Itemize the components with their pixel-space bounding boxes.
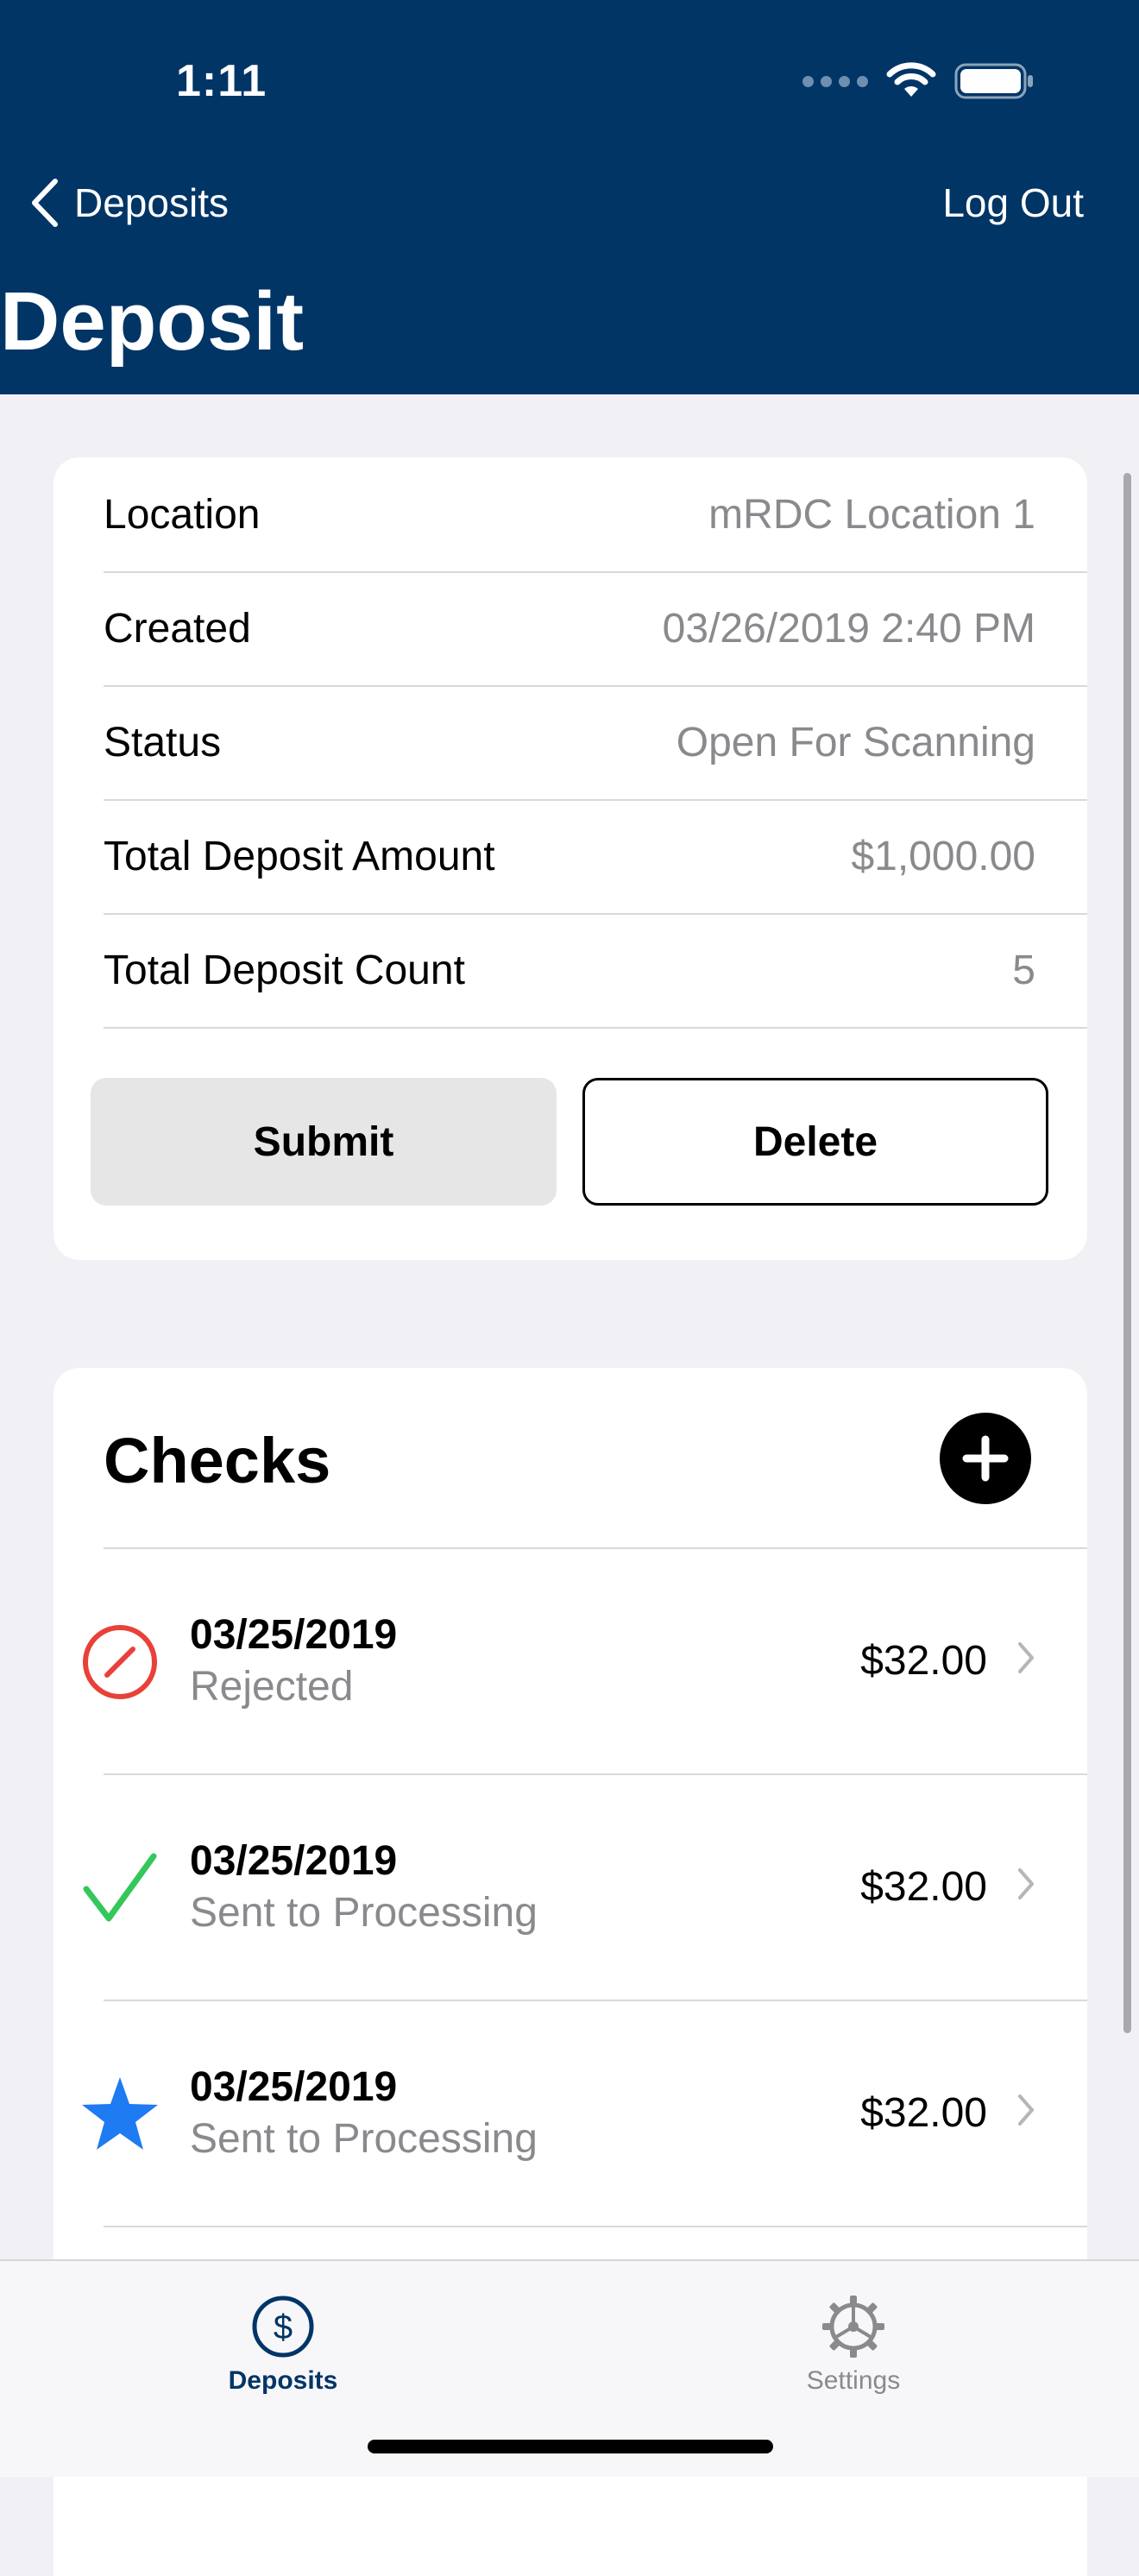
detail-row-location: Location mRDC Location 1: [104, 457, 1087, 573]
star-icon: [82, 2077, 158, 2150]
scrollbar[interactable]: [1123, 473, 1131, 2033]
checks-title: Checks: [104, 1425, 331, 1496]
detail-value: 03/26/2019 2:40 PM: [662, 605, 1035, 652]
nav-header: 1:11 Deposits Log Out Deposit: [0, 0, 1139, 394]
gear-icon: [822, 2296, 884, 2358]
check-date: 03/25/2019: [190, 1838, 398, 1884]
check-row[interactable]: 03/25/2019 Sent to Processing $32.00: [53, 1775, 1087, 2001]
check-date: 03/25/2019: [190, 2064, 398, 2110]
back-button[interactable]: Deposits: [29, 173, 229, 233]
chevron-right-icon: [1018, 2094, 1034, 2126]
dollar-circle-icon: $: [252, 2296, 314, 2358]
detail-value: 5: [1012, 947, 1035, 993]
chevron-right-icon: [1018, 1642, 1034, 1673]
checkmark-icon: [83, 1853, 157, 1922]
add-check-button[interactable]: [940, 1413, 1031, 1504]
row-divider: [104, 2226, 1087, 2227]
detail-row-total-count: Total Deposit Count 5: [104, 913, 1087, 1029]
detail-value: mRDC Location 1: [708, 491, 1035, 538]
check-row[interactable]: 03/25/2019 Sent to Processing $32.00: [53, 2001, 1087, 2227]
cellular-signal-icon: [802, 75, 868, 87]
check-status: Sent to Processing: [190, 1890, 538, 1936]
detail-label: Status: [104, 719, 222, 765]
status-time: 1:11: [176, 56, 267, 106]
delete-button[interactable]: Delete: [582, 1078, 1048, 1206]
tab-settings-label: Settings: [806, 2366, 901, 2395]
logout-button[interactable]: Log Out: [942, 173, 1084, 233]
rejected-icon: [83, 1625, 157, 1699]
tab-settings[interactable]: Settings: [724, 2278, 983, 2416]
tab-deposits-label: Deposits: [228, 2366, 338, 2395]
detail-value: Open For Scanning: [676, 719, 1035, 765]
status-icons: [802, 62, 1035, 100]
check-status: Sent to Processing: [190, 2116, 538, 2162]
check-status: Rejected: [190, 1664, 354, 1710]
detail-label: Total Deposit Count: [104, 947, 465, 993]
tab-deposits[interactable]: $ Deposits: [154, 2278, 412, 2416]
svg-text:$: $: [274, 2308, 293, 2346]
detail-row-status: Status Open For Scanning: [104, 685, 1087, 801]
detail-value: $1,000.00: [851, 833, 1035, 879]
page-title: Deposit: [0, 275, 305, 368]
check-row[interactable]: 03/25/2019 Rejected $32.00: [53, 1549, 1087, 1775]
submit-button[interactable]: Submit: [91, 1078, 557, 1206]
back-button-label: Deposits: [74, 180, 229, 225]
detail-label: Total Deposit Amount: [104, 833, 495, 879]
check-amount: $32.00: [860, 1638, 987, 1684]
detail-label: Location: [104, 491, 261, 538]
battery-icon: [954, 63, 1033, 99]
detail-label: Created: [104, 605, 251, 652]
home-indicator: [368, 2440, 773, 2453]
wifi-icon: [886, 62, 936, 97]
check-amount: $32.00: [860, 2090, 987, 2136]
check-amount: $32.00: [860, 1864, 987, 1910]
nav-row: Deposits Log Out: [0, 173, 1139, 233]
check-date: 03/25/2019: [190, 1612, 398, 1658]
plus-icon: [962, 1435, 1009, 1482]
deposit-details-card: Location mRDC Location 1 Created 03/26/2…: [53, 457, 1087, 1260]
detail-row-total-amount: Total Deposit Amount $1,000.00: [104, 799, 1087, 915]
chevron-right-icon: [1018, 1868, 1034, 1899]
chevron-left-icon: [32, 179, 58, 227]
detail-row-created: Created 03/26/2019 2:40 PM: [104, 571, 1087, 687]
